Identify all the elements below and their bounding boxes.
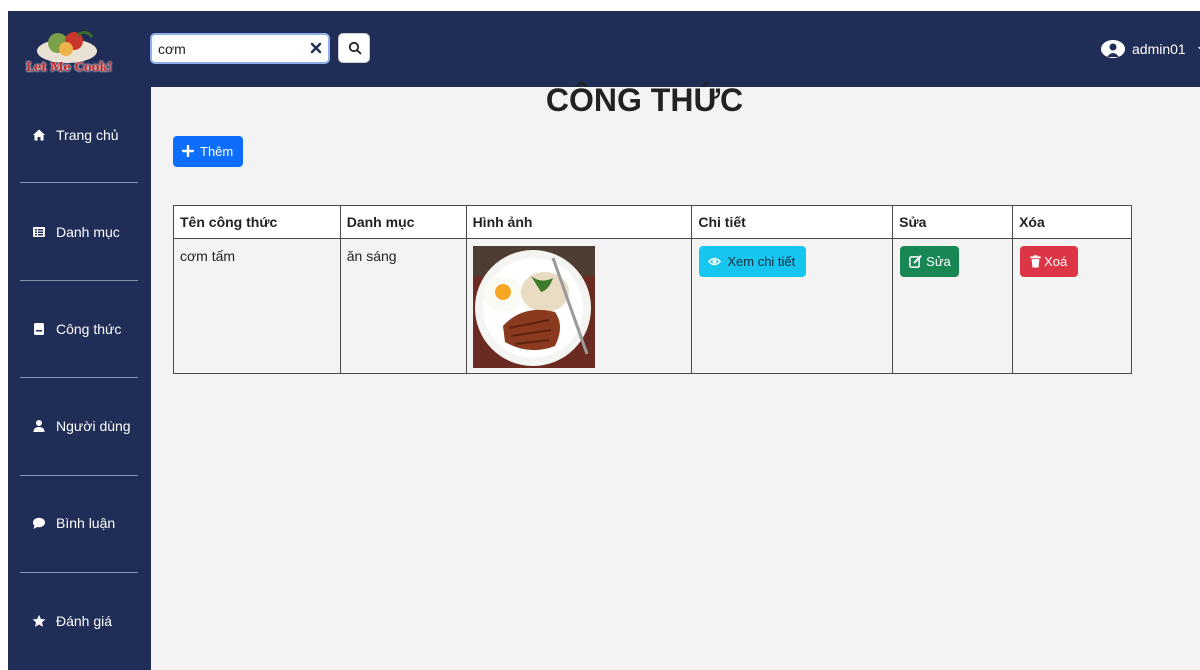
sidebar-item-home[interactable]: Trang chủ [8,116,151,156]
sidebar-divider [20,572,138,573]
recipe-name: cơm tấm [173,238,341,374]
edit-label: Sửa [926,254,951,269]
sidebar-item-label: Đánh giá [56,613,113,629]
user-name: admin01 [1132,41,1186,57]
search-box [150,33,330,64]
sidebar-item-users[interactable]: Người dùng [8,407,151,447]
edit-icon [909,255,922,268]
sidebar-item-label: Người dùng [56,418,131,434]
delete-label: Xoá [1044,254,1068,269]
add-button-label: Thêm [200,144,234,159]
sidebar-item-comments[interactable]: Bình luận [8,504,151,544]
sidebar-item-label: Công thức [56,321,122,337]
top-bar: Let Me Cook! admin01 [8,11,1200,87]
sidebar-item-label: Danh mục [56,224,120,240]
search-icon [348,41,362,55]
comment-icon [33,517,45,529]
sidebar-item-ratings[interactable]: Đánh giá [8,602,151,642]
sidebar-item-recipes[interactable]: Công thức [8,310,151,350]
add-recipe-button[interactable]: Thêm [173,136,243,167]
column-header: Xóa [1012,205,1132,239]
column-header: Sửa [892,205,1014,239]
plus-icon [182,145,194,157]
search-button[interactable] [338,33,370,63]
recipes-table: Tên công thức Danh mục Hình ảnh Chi tiết… [173,205,1132,374]
logo-text: Let Me Cook! [25,60,113,74]
view-details-button[interactable]: Xem chi tiết [699,246,807,277]
column-header: Tên công thức [173,205,341,239]
column-header: Danh mục [339,205,467,239]
sidebar-item-label: Trang chủ [56,127,119,143]
sidebar: Trang chủ Danh mục Công thức Người dùng … [8,87,151,670]
recipe-image-cell [465,238,693,374]
book-icon [34,323,44,335]
delete-button[interactable]: Xoá [1020,246,1079,277]
search-input[interactable] [158,38,298,60]
recipe-category: ăn sáng [339,238,467,374]
clear-icon[interactable] [309,41,323,55]
table-header-row: Tên công thức Danh mục Hình ảnh Chi tiết… [173,205,1132,239]
view-details-label: Xem chi tiết [727,254,796,269]
table-row: cơm tấm ăn sáng Xem chi tiết Sửa Xoá [173,238,1132,374]
sidebar-divider [20,280,138,281]
user-icon [33,420,45,432]
avatar [1101,40,1125,58]
column-header: Chi tiết [691,205,894,239]
sidebar-divider [20,182,138,183]
trash-icon [1030,255,1041,268]
sidebar-item-categories[interactable]: Danh mục [8,213,151,253]
edit-button[interactable]: Sửa [900,246,960,277]
star-icon [32,614,46,627]
home-icon [33,129,45,141]
page-title: CÔNG THỨC [545,82,744,118]
column-header: Hình ảnh [465,205,693,239]
delete-cell: Xoá [1012,238,1132,374]
edit-cell: Sửa [892,238,1014,374]
list-icon [33,227,45,237]
recipe-image [472,246,595,368]
details-cell: Xem chi tiết [691,238,894,374]
sidebar-item-label: Bình luận [56,515,116,531]
sidebar-divider [20,377,138,378]
sidebar-divider [20,475,138,476]
eye-icon [708,257,722,266]
